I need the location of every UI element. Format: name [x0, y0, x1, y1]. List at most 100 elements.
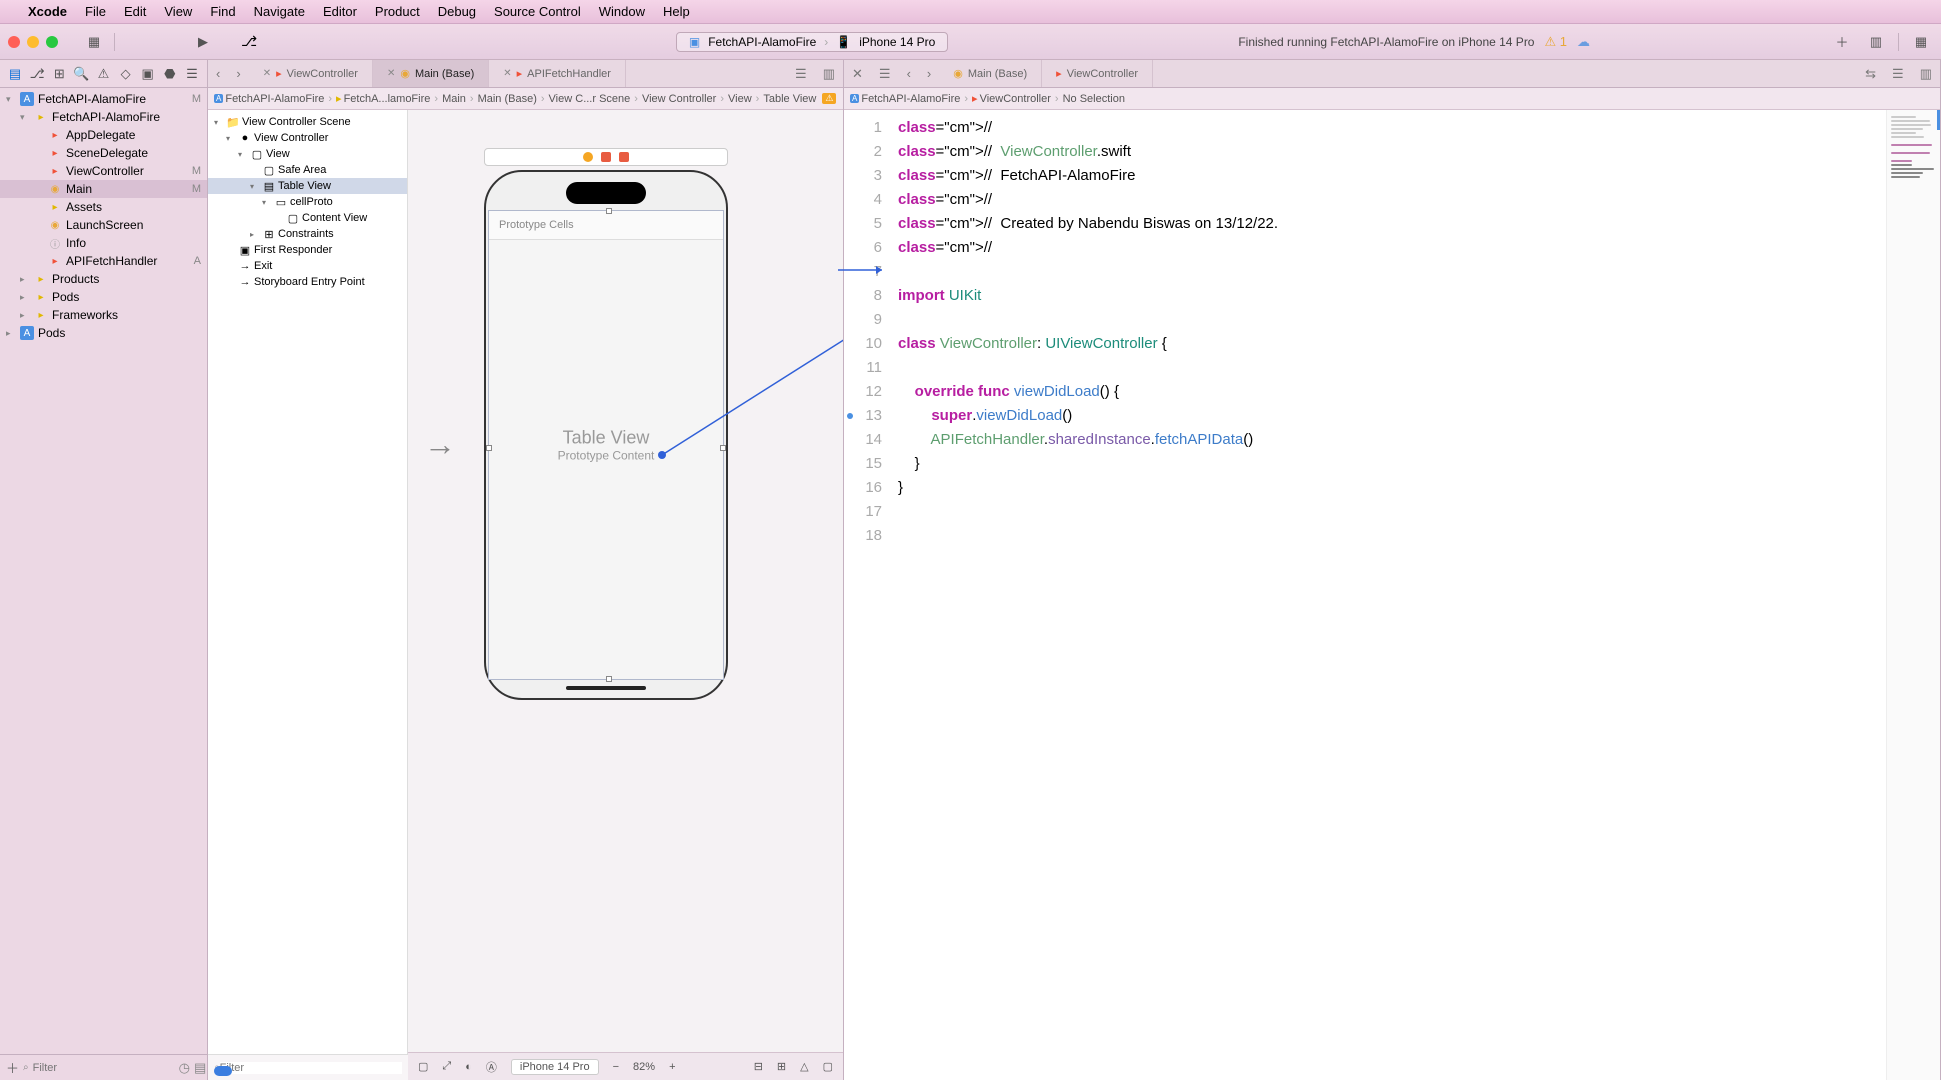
toggle-navigator-button[interactable]: ▦ — [82, 30, 106, 54]
outline-item-constraints[interactable]: ▸⊞Constraints — [208, 226, 407, 242]
project-navigator-tree[interactable]: ▾AFetchAPI-AlamoFireM▾▸FetchAPI-AlamoFir… — [0, 88, 207, 1054]
jump-bar-left[interactable]: A FetchAPI-AlamoFire› ▸ FetchA...lamoFir… — [208, 88, 843, 110]
close-icon[interactable]: ✕ — [503, 68, 511, 79]
first-responder-dock-icon[interactable] — [601, 152, 611, 162]
menu-file[interactable]: File — [85, 4, 106, 19]
code-content[interactable]: class="cm">// class="cm">// ViewControll… — [890, 110, 1886, 548]
outline-item-exit[interactable]: →Exit — [208, 258, 407, 274]
scene-dock[interactable] — [484, 148, 728, 166]
menu-debug[interactable]: Debug — [438, 4, 476, 19]
nav-item-pods[interactable]: ▸▸Pods — [0, 288, 207, 306]
source-control-navigator-icon[interactable]: ⎇ — [28, 66, 46, 82]
storyboard-canvas[interactable]: Prototype Cells Table View Prototype Con… — [408, 110, 843, 1052]
zoom-level[interactable]: 82% — [633, 1061, 655, 1073]
menu-window[interactable]: Window — [599, 4, 645, 19]
resize-handle[interactable] — [606, 208, 612, 214]
related-items-button[interactable]: ☰ — [871, 66, 899, 82]
add-editor-right-button[interactable]: ▥ — [815, 66, 843, 82]
warning-badge[interactable]: ⚠ — [822, 93, 836, 104]
line-gutter[interactable]: 123456789101112131415161718 — [844, 110, 890, 1080]
close-icon[interactable]: ✕ — [387, 68, 395, 79]
nav-item-pods[interactable]: ▸APods — [0, 324, 207, 342]
nav-back-button[interactable]: ‹ — [208, 66, 228, 81]
document-outline[interactable]: ▾📁View Controller Scene▾●View Controller… — [208, 110, 408, 1054]
warning-indicator[interactable]: ⚠ 1 — [1544, 34, 1567, 50]
nav-item-apifetchhandler[interactable]: ▸APIFetchHandlerA — [0, 252, 207, 270]
appearance-icon[interactable]: ◐ — [465, 1061, 472, 1073]
editor-options-button[interactable]: ☰ — [787, 66, 815, 82]
resize-handle[interactable] — [486, 445, 492, 451]
menu-help[interactable]: Help — [663, 4, 690, 19]
tab-main-storyboard[interactable]: ✕ ◉ Main (Base) — [373, 60, 489, 87]
tab-apifetchhandler[interactable]: ✕ ▸ APIFetchHandler — [489, 60, 626, 87]
outline-filter-input[interactable] — [220, 1062, 402, 1074]
add-editor-button[interactable]: ＋ — [1830, 30, 1854, 54]
nav-forward-button[interactable]: › — [228, 66, 248, 81]
outline-item-view-controller[interactable]: ▾●View Controller — [208, 130, 407, 146]
zoom-window-button[interactable] — [46, 36, 58, 48]
debug-indicator[interactable] — [214, 1066, 232, 1076]
editor-options-button[interactable]: ☰ — [1884, 66, 1912, 82]
report-navigator-icon[interactable]: ☰ — [183, 66, 201, 82]
accessibility-icon[interactable]: Ⓐ — [486, 1059, 497, 1075]
nav-item-appdelegate[interactable]: ▸AppDelegate — [0, 126, 207, 144]
zoom-in-icon[interactable]: + — [669, 1061, 675, 1073]
activity-icon[interactable]: ☁ — [1577, 34, 1590, 50]
run-button[interactable]: ▶ — [191, 30, 215, 54]
outline-item-safe-area[interactable]: ▢Safe Area — [208, 162, 407, 178]
test-navigator-icon[interactable]: ◇ — [117, 66, 135, 82]
nav-item-info[interactable]: ⓘInfo — [0, 234, 207, 252]
outline-item-first-responder[interactable]: ▣First Responder — [208, 242, 407, 258]
nav-item-scenedelegate[interactable]: ▸SceneDelegate — [0, 144, 207, 162]
resolve-icon[interactable]: △ — [800, 1060, 808, 1073]
tab-viewcontroller[interactable]: ✕ ▸ ViewController — [249, 60, 373, 87]
nav-item-viewcontroller[interactable]: ▸ViewControllerM — [0, 162, 207, 180]
code-review-button[interactable]: ⇆ — [1857, 66, 1884, 82]
toggle-inspector-button[interactable]: ▦ — [1909, 30, 1933, 54]
menu-find[interactable]: Find — [210, 4, 235, 19]
close-window-button[interactable] — [8, 36, 20, 48]
navigator-filter-input[interactable] — [33, 1062, 175, 1074]
nav-item-launchscreen[interactable]: ◉LaunchScreen — [0, 216, 207, 234]
minimize-window-button[interactable] — [27, 36, 39, 48]
breakpoint-navigator-icon[interactable]: ⬣ — [161, 66, 179, 82]
nav-back-button[interactable]: ‹ — [899, 66, 919, 81]
pin-icon[interactable]: ⊞ — [777, 1060, 786, 1073]
entry-point-arrow-icon[interactable]: → — [424, 426, 456, 463]
exit-dock-icon[interactable] — [619, 152, 629, 162]
menu-edit[interactable]: Edit — [124, 4, 146, 19]
outline-item-table-view[interactable]: ▾▤Table View — [208, 178, 407, 194]
menu-source-control[interactable]: Source Control — [494, 4, 581, 19]
jump-bar-right[interactable]: A FetchAPI-AlamoFire› ▸ ViewController› … — [844, 88, 1940, 110]
zoom-out-icon[interactable]: − — [613, 1061, 619, 1073]
view-controller-dock-icon[interactable] — [583, 152, 593, 162]
nav-item-assets[interactable]: ▸Assets — [0, 198, 207, 216]
nav-item-main[interactable]: ◉MainM — [0, 180, 207, 198]
scheme-device-selector[interactable]: ▣ FetchAPI-AlamoFire › 📱 iPhone 14 Pro — [676, 32, 948, 52]
nav-item-fetchapi-alamofire[interactable]: ▾▸FetchAPI-AlamoFire — [0, 108, 207, 126]
embed-icon[interactable]: ▢ — [823, 1060, 833, 1073]
minimap[interactable] — [1886, 110, 1940, 1080]
nav-item-frameworks[interactable]: ▸▸Frameworks — [0, 306, 207, 324]
library-button[interactable]: ▥ — [1864, 30, 1888, 54]
tab-main-storyboard[interactable]: ◉ Main (Base) — [939, 60, 1042, 87]
outline-item-cellproto[interactable]: ▾▭cellProto — [208, 194, 407, 210]
find-navigator-icon[interactable]: 🔍 — [72, 66, 90, 82]
debug-navigator-icon[interactable]: ▣ — [139, 66, 157, 82]
scm-filter-icon[interactable]: ▤ — [194, 1060, 206, 1076]
project-navigator-icon[interactable]: ▤ — [6, 66, 24, 82]
code-editor[interactable]: 123456789101112131415161718 class="cm">/… — [844, 110, 1940, 1080]
app-menu[interactable]: Xcode — [28, 4, 67, 19]
outline-item-content-view[interactable]: ▢Content View — [208, 210, 407, 226]
table-view[interactable]: Prototype Cells Table View Prototype Con… — [488, 210, 724, 680]
outline-item-view-controller-scene[interactable]: ▾📁View Controller Scene — [208, 114, 407, 130]
symbol-navigator-icon[interactable]: ⊞ — [50, 66, 68, 82]
close-editor-button[interactable]: ✕ — [844, 66, 871, 82]
outline-item-storyboard-entry-point[interactable]: →Storyboard Entry Point — [208, 274, 407, 290]
align-icon[interactable]: ⊟ — [754, 1060, 763, 1073]
nav-forward-button[interactable]: › — [919, 66, 939, 81]
orientation-icon[interactable]: ⤢ — [442, 1060, 451, 1073]
device-label[interactable]: iPhone 14 Pro — [511, 1059, 599, 1075]
device-config-icon[interactable]: ▢ — [418, 1060, 428, 1073]
outline-item-view[interactable]: ▾▢View — [208, 146, 407, 162]
